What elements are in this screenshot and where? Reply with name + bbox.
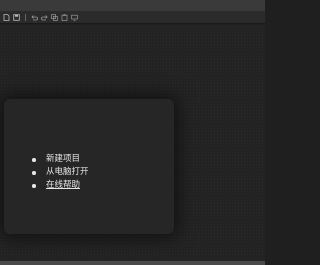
open-from-computer-label[interactable]: 从电脑打开 <box>46 167 89 177</box>
welcome-panel: 新建项目 从电脑打开 在线帮助 <box>4 99 174 234</box>
new-project-item[interactable]: 新建项目 <box>32 153 89 166</box>
screen-icon[interactable] <box>71 14 78 21</box>
copy-icon[interactable] <box>51 13 58 21</box>
title-bar <box>0 0 265 11</box>
app-window: 新建项目 从电脑打开 在线帮助 <box>0 0 265 265</box>
bullet-icon <box>32 158 36 162</box>
new-project-label[interactable]: 新建项目 <box>46 154 80 164</box>
open-from-computer-item[interactable]: 从电脑打开 <box>32 166 89 179</box>
workspace-canvas: 新建项目 从电脑打开 在线帮助 <box>0 25 265 261</box>
save-icon[interactable] <box>13 13 20 21</box>
toolbar <box>0 11 265 24</box>
bullet-icon <box>32 171 36 175</box>
file-icon[interactable] <box>3 13 10 21</box>
toolbar-separator <box>25 13 26 21</box>
status-bar <box>0 261 265 265</box>
bullet-icon <box>32 184 36 188</box>
undo-icon[interactable] <box>31 14 38 21</box>
online-help-link[interactable]: 在线帮助 <box>46 180 80 190</box>
welcome-list: 新建项目 从电脑打开 在线帮助 <box>32 153 89 192</box>
redo-icon[interactable] <box>41 14 48 21</box>
online-help-item[interactable]: 在线帮助 <box>32 179 89 192</box>
paste-icon[interactable] <box>61 13 68 21</box>
